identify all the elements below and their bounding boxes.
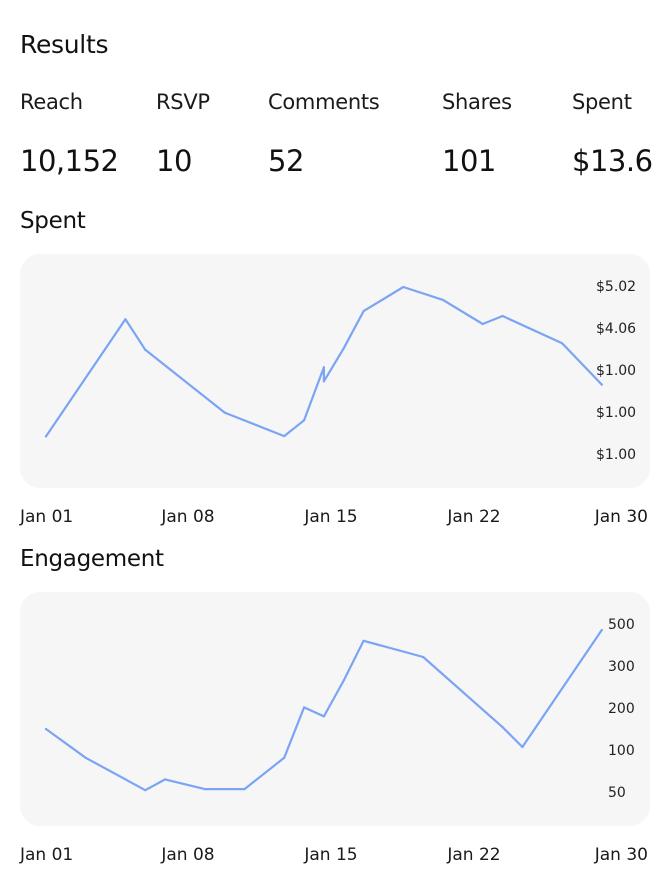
engagement-y-tick-label: 500 [608, 617, 635, 633]
engagement-x-tick-label: Jan 01 [20, 845, 74, 865]
engagement-data-point [322, 715, 325, 718]
spent-y-tick-label: $5.02 [596, 279, 636, 295]
spent-data-point [402, 285, 405, 289]
spent-y-tick-label: $1.00 [596, 447, 636, 463]
spent-series-line [44, 285, 603, 438]
engagement-x-tick-label: Jan 22 [447, 845, 501, 865]
engagement-data-point [44, 727, 48, 731]
engagement-data-point [362, 639, 365, 642]
engagement-x-tick-label: Jan 30 [594, 845, 648, 865]
engagement-chart: 500 300 200 100 50 [20, 592, 650, 826]
spent-chart-svg: $5.02 $4.06 $1.00 $1.00 $1.00 [44, 279, 636, 463]
metric-shares-label: Shares [442, 90, 512, 114]
spent-y-tick-label: $1.00 [596, 405, 636, 421]
spent-data-point [144, 348, 147, 351]
spent-y-tick-label: $1.00 [596, 363, 636, 379]
engagement-data-point [203, 788, 206, 791]
metric-rsvp-label: RSVP [156, 90, 210, 114]
spent-y-tick-label: $4.06 [596, 321, 636, 337]
spent-x-tick-label: Jan 08 [161, 507, 215, 527]
results-title: Results [20, 30, 109, 59]
engagement-data-point [501, 726, 504, 729]
spent-data-point [44, 435, 48, 438]
spent-data-point [223, 411, 226, 414]
metric-shares-value: 101 [442, 144, 496, 178]
metric-spent-label: Spent [572, 90, 632, 114]
engagement-data-point [283, 756, 286, 759]
engagement-chart-svg: 500 300 200 100 50 [44, 617, 635, 801]
spent-data-point [322, 380, 325, 383]
engagement-data-point [600, 628, 603, 632]
engagement-data-point [521, 745, 524, 749]
engagement-series-line [44, 628, 603, 792]
metric-comments-value: 52 [268, 144, 304, 178]
spent-data-point [362, 310, 365, 313]
engagement-data-point [164, 778, 167, 781]
engagement-y-tick-label: 300 [608, 659, 635, 675]
metric-comments: Comments 52 [268, 90, 380, 178]
metric-reach: Reach 10,152 [20, 90, 119, 178]
engagement-chart-title: Engagement [20, 546, 164, 572]
engagement-x-tick-label: Jan 08 [161, 845, 215, 865]
metric-shares: Shares 101 [442, 90, 512, 178]
engagement-x-tick-label: Jan 15 [304, 845, 358, 865]
engagement-y-tick-label: 200 [608, 701, 635, 717]
spent-data-point [501, 314, 504, 318]
spent-chart-title: Spent [20, 208, 86, 234]
metric-reach-label: Reach [20, 90, 83, 114]
spent-x-tick-label: Jan 01 [20, 507, 74, 527]
spent-data-point [561, 342, 564, 345]
metric-rsvp: RSVP 10 [156, 90, 210, 178]
spent-data-point [441, 298, 445, 301]
engagement-chart-x-axis: Jan 01 Jan 08 Jan 15 Jan 22 Jan 30 [0, 845, 670, 869]
metric-reach-value: 10,152 [20, 144, 119, 178]
metric-rsvp-value: 10 [156, 144, 192, 178]
spent-data-point [283, 435, 286, 438]
engagement-data-point [303, 706, 306, 709]
spent-chart-x-axis: Jan 01 Jan 08 Jan 15 Jan 22 Jan 30 [0, 507, 670, 531]
spent-data-point [600, 383, 603, 386]
spent-chart: $5.02 $4.06 $1.00 $1.00 $1.00 [20, 254, 650, 488]
engagement-y-tick-label: 50 [608, 785, 626, 801]
spent-data-point [124, 318, 127, 321]
spent-x-tick-label: Jan 22 [447, 507, 501, 527]
engagement-data-point [422, 655, 425, 659]
spent-x-tick-label: Jan 15 [304, 507, 358, 527]
engagement-data-point [243, 788, 246, 791]
spent-data-point [322, 366, 325, 369]
engagement-data-point [84, 756, 87, 759]
spent-data-point [481, 322, 484, 326]
metric-spent-value: $13.6 [572, 144, 653, 178]
engagement-data-point [342, 679, 345, 682]
metric-spent: Spent $13.6 [572, 90, 653, 178]
spent-x-tick-label: Jan 30 [594, 507, 648, 527]
engagement-y-tick-label: 100 [608, 743, 635, 759]
engagement-data-point [144, 789, 147, 792]
spent-data-point [342, 347, 345, 350]
metric-comments-label: Comments [268, 90, 380, 114]
spent-data-point [303, 419, 306, 422]
